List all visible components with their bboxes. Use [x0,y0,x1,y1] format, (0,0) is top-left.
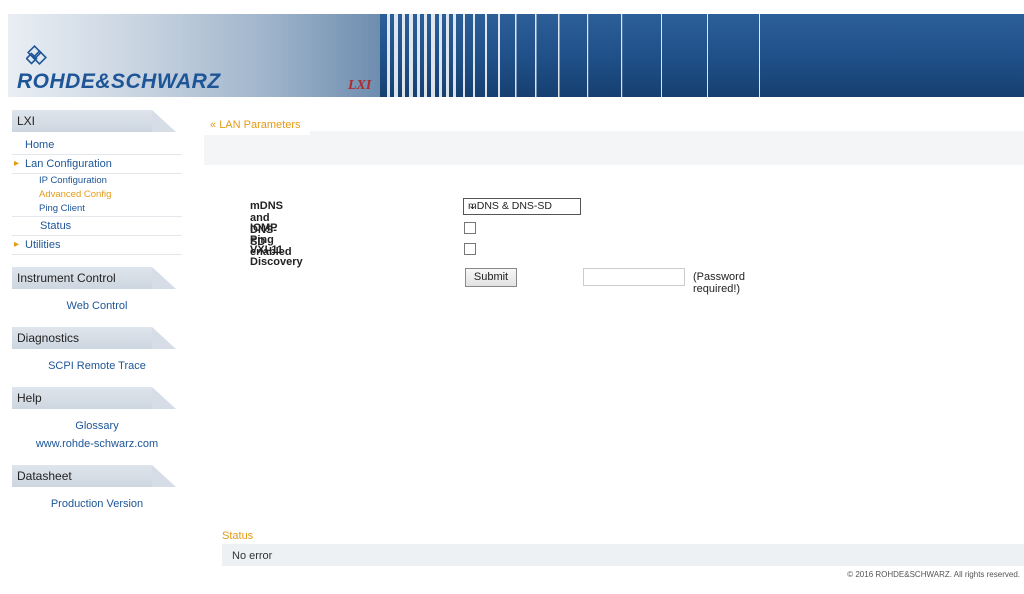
sidebar-section-title: Instrument Control [17,271,116,285]
header-banner: ROHDE&SCHWARZ LXI [8,14,1024,97]
sidebar-item-glossary[interactable]: Glossary [12,417,182,435]
sidebar-item-scpi-remote-trace[interactable]: SCPI Remote Trace [12,357,182,375]
sidebar-section-diagnostics: Diagnostics SCPI Remote Trace [12,327,182,377]
sidebar-item-status[interactable]: Status [12,217,182,236]
status-header: Status [214,526,1024,546]
sidebar-section-datasheet: Datasheet Production Version [12,465,182,515]
page-header: « LAN Parameters [204,113,1024,165]
status-title: Status [222,530,254,542]
sidebar-subitem-ping-client[interactable]: Ping Client [12,202,182,217]
password-note: (Password required!) [693,271,745,295]
password-input[interactable] [583,268,685,286]
copyright-footer: © 2016 ROHDE&SCHWARZ. All rights reserve… [847,570,1020,579]
sidebar-section-instrument-control: Instrument Control Web Control [12,267,182,317]
chevron-down-icon: ⌄ [468,200,478,212]
sidebar-subitem-advanced-config[interactable]: Advanced Config [12,188,182,202]
icmp-ping-checkbox[interactable] [464,222,476,234]
sidebar-item-web-control[interactable]: Web Control [12,297,182,315]
submit-button[interactable]: Submit [465,268,517,287]
sidebar-item-lan-configuration[interactable]: Lan Configuration [12,155,182,174]
sidebar-item-rohde-schwarz-link[interactable]: www.rohde-schwarz.com [12,435,182,453]
sidebar-item-utilities[interactable]: Utilities [12,236,182,255]
rs-diamond-icon [26,45,47,65]
sidebar-section-title: LXI [17,114,36,128]
sidebar-section-lxi: LXI Home Lan Configuration IP Configurat… [12,110,182,257]
sidebar-section-help: Help Glossary www.rohde-schwarz.com [12,387,182,455]
page-title: « LAN Parameters [210,119,301,131]
vxi11-discovery-checkbox[interactable] [464,243,476,255]
vxi11-discovery-label: VXI-11 Discovery [250,244,303,268]
lxi-logo: LXI [348,78,372,93]
sidebar: LXI Home Lan Configuration IP Configurat… [12,110,182,525]
status-bar: No error [222,544,1024,566]
sidebar-section-header: LXI [12,110,182,132]
banner-stripes [387,14,760,97]
sidebar-item-home[interactable]: Home [12,136,182,155]
sidebar-section-title: Help [17,391,42,405]
brand-logo: ROHDE&SCHWARZ [17,70,221,93]
sidebar-section-title: Diagnostics [17,331,80,345]
sidebar-section-title: Datasheet [17,469,72,483]
top-margin [0,0,1024,14]
sidebar-item-production-version[interactable]: Production Version [12,495,182,513]
status-message: No error [232,550,273,562]
mdns-select[interactable]: mDNS & DNS-SD ⌄ [463,198,581,215]
sidebar-subitem-ip-configuration[interactable]: IP Configuration [12,174,182,188]
